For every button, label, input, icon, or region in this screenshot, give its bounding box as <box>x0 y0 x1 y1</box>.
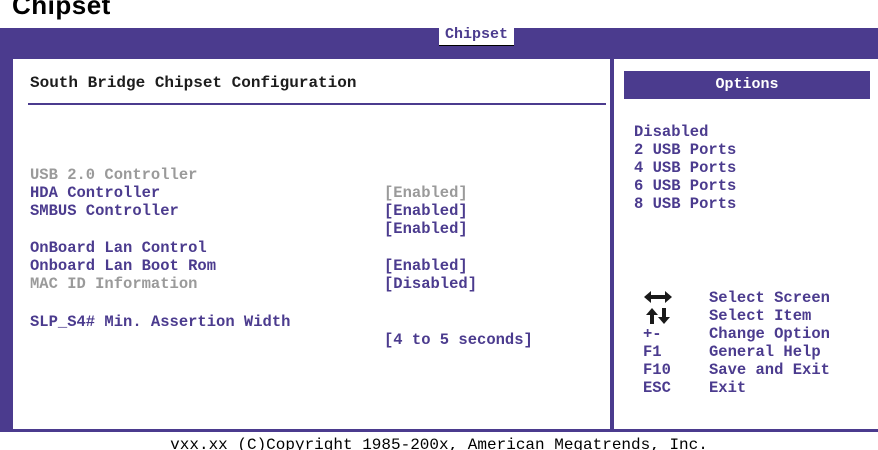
option-item[interactable]: 2 USB Ports <box>634 141 736 159</box>
setting-value[interactable]: [Enabled] <box>384 257 468 275</box>
help-desc: Change Option <box>709 325 830 343</box>
setting-label: SLP_S4# Min. Assertion Width <box>30 313 291 331</box>
help-exit: ESC Exit <box>643 379 873 397</box>
help-key: F10 <box>643 361 671 379</box>
help-desc: Select Item <box>709 307 812 325</box>
copyright-text: vxx.xx (C)Copyright 1985-200x, American … <box>170 436 708 450</box>
setting-value[interactable]: [4 to 5 seconds] <box>384 331 533 349</box>
bios-body: South Bridge Chipset Configuration USB F… <box>0 47 878 432</box>
help-save-and-exit: F10 Save and Exit <box>643 361 873 379</box>
help-change-option: +- Change Option <box>643 325 873 343</box>
setting-label: MAC ID Information <box>30 275 198 293</box>
setting-label: SMBUS Controller <box>30 202 179 220</box>
help-key: ESC <box>643 379 671 397</box>
bios-title: BIOS SETUP UTILITY <box>357 9 521 26</box>
settings-panel: South Bridge Chipset Configuration USB F… <box>11 57 612 431</box>
options-panel: Options Disabled 2 USB Ports 4 USB Ports… <box>612 57 878 431</box>
help-key: F1 <box>643 343 662 361</box>
setting-value[interactable]: [8 USB Ports] <box>384 166 505 184</box>
section-divider <box>28 103 606 105</box>
help-desc: Save and Exit <box>709 361 830 379</box>
help-general-help: F1 General Help <box>643 343 873 361</box>
help-key: +- <box>643 325 662 343</box>
bios-screen: Chipset BIOS SETUP UTILITY Chipset South… <box>0 0 878 450</box>
option-item[interactable]: 8 USB Ports <box>634 195 736 213</box>
setting-value: [Enabled] <box>384 184 468 202</box>
help-desc: Exit <box>709 379 747 397</box>
option-item[interactable]: Disabled <box>634 123 708 141</box>
help-select-item: Select Item <box>643 307 873 325</box>
setting-value[interactable]: [Enabled] <box>384 220 468 238</box>
setting-value[interactable]: [Disabled] <box>384 275 477 293</box>
title-bar: Chipset BIOS SETUP UTILITY Chipset <box>0 0 878 47</box>
section-title: South Bridge Chipset Configuration <box>30 74 357 92</box>
footer-bar: vxx.xx (C)Copyright 1985-200x, American … <box>0 432 878 450</box>
help-desc: Select Screen <box>709 289 830 307</box>
setting-slp-s4-min-assertion-width[interactable]: SLP_S4# Min. Assertion Width [4 to 5 sec… <box>30 295 533 367</box>
help-select-screen: Select Screen <box>643 289 873 307</box>
options-title: Options <box>624 71 870 99</box>
option-item[interactable]: 6 USB Ports <box>634 177 736 195</box>
help-desc: General Help <box>709 343 821 361</box>
tab-chipset[interactable]: Chipset <box>439 25 515 46</box>
setting-value[interactable]: [Enabled] <box>384 202 468 220</box>
option-item[interactable]: 4 USB Ports <box>634 159 736 177</box>
